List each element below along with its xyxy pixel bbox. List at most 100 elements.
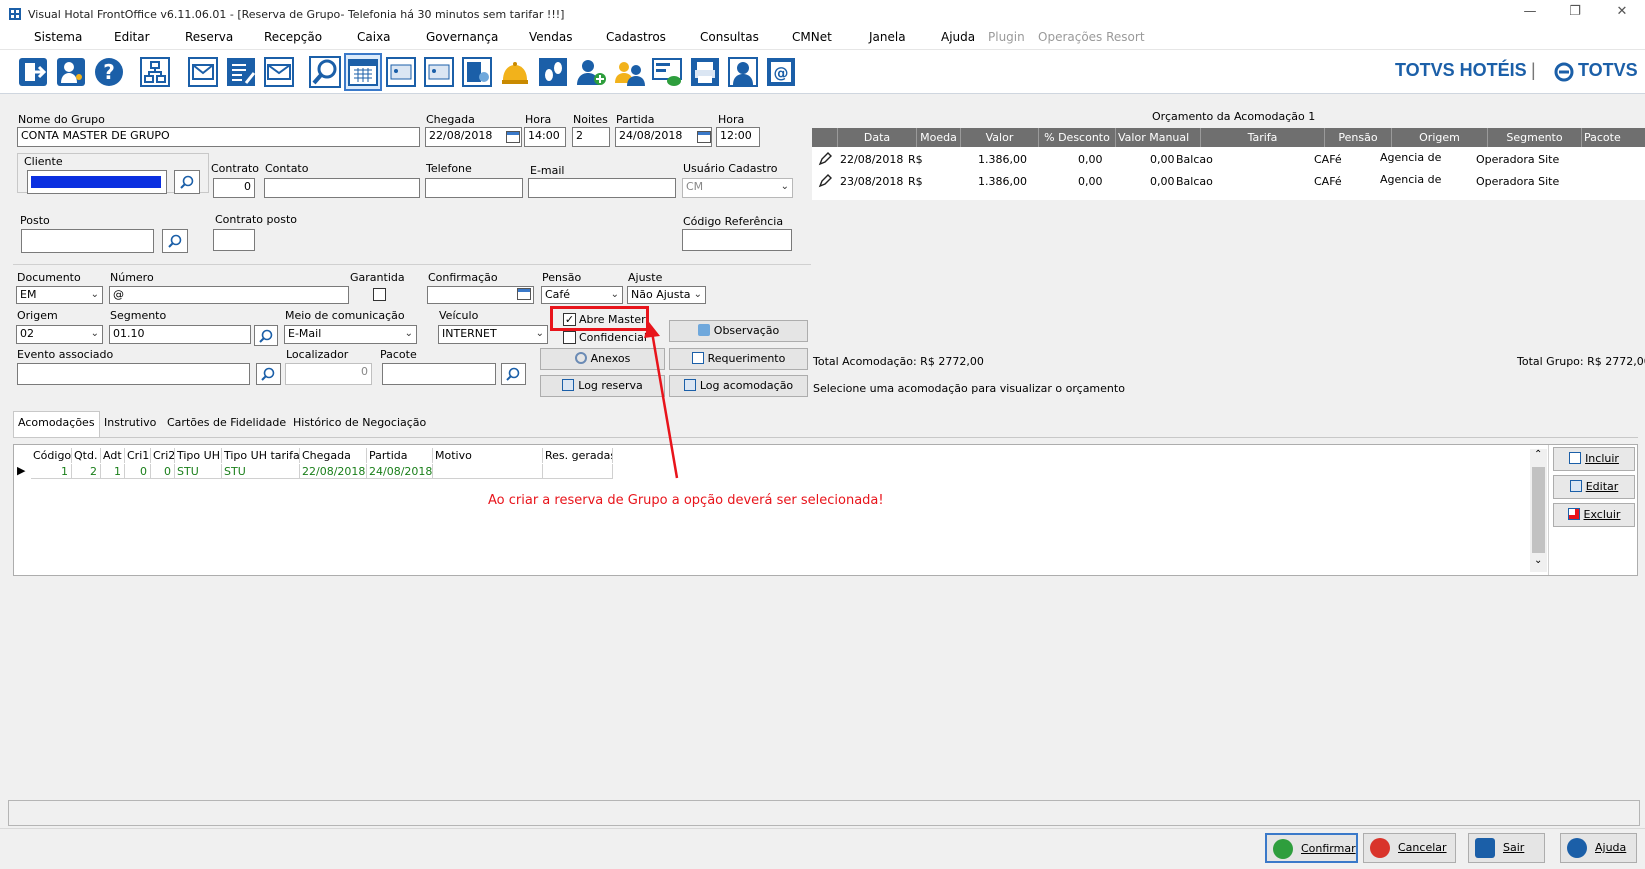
minimize-icon[interactable]: — (1515, 4, 1545, 19)
evento-associado-input[interactable] (17, 363, 250, 385)
grid-cell-partida[interactable]: 24/08/2018 (367, 464, 433, 479)
hora-chegada-input[interactable]: 14:00 (524, 127, 566, 147)
pacote-input[interactable] (382, 363, 496, 385)
menu-recepcao[interactable]: Recepção (262, 30, 324, 44)
pacote-search-button[interactable] (501, 363, 526, 385)
user-key-icon[interactable] (54, 55, 88, 89)
grid-cell-cri2[interactable]: 0 (151, 464, 175, 479)
exit-icon[interactable] (16, 55, 50, 89)
grid-cell-motivo[interactable] (433, 464, 543, 479)
menu-consultas[interactable]: Consultas (698, 30, 761, 44)
screen-money-icon[interactable] (650, 55, 684, 89)
restore-icon[interactable]: ❐ (1560, 4, 1590, 19)
sair-button[interactable]: Sair (1468, 833, 1545, 863)
close-icon[interactable]: ✕ (1607, 4, 1637, 19)
menu-sistema[interactable]: Sistema (32, 30, 84, 44)
grid-cell-qtd[interactable]: 2 (72, 464, 101, 479)
noites-input[interactable]: 2 (572, 127, 610, 147)
tab-acomodacoes[interactable]: Acomodações (13, 411, 100, 437)
incluir-button[interactable]: Incluir (1553, 447, 1635, 471)
tab-cartoes-fidelidade[interactable]: Cartões de Fidelidade (162, 411, 291, 435)
editar-button[interactable]: Editar (1553, 475, 1635, 499)
bell-icon[interactable] (498, 55, 532, 89)
group-user-icon[interactable] (612, 55, 646, 89)
calendar-picker-icon[interactable] (697, 131, 711, 143)
grid-cell-res-geradas[interactable] (543, 464, 613, 479)
calendar-icon[interactable] (344, 53, 382, 91)
grid-cell-cri1[interactable]: 0 (125, 464, 151, 479)
evento-search-button[interactable] (256, 363, 281, 385)
ajuste-select[interactable]: Não Ajusta ⌄ (627, 286, 706, 304)
usuario-cadastro-label: Usuário Cadastro (683, 162, 778, 175)
meio-comunicacao-select[interactable]: E-Mail ⌄ (284, 325, 417, 344)
edit-pencil-icon[interactable] (818, 174, 832, 188)
menu-editar[interactable]: Editar (112, 30, 152, 44)
segmento-input[interactable]: 01.10 (109, 325, 251, 344)
mail-icon[interactable] (186, 55, 220, 89)
receptionist-icon[interactable] (726, 55, 760, 89)
email-at-icon[interactable]: @ (764, 55, 798, 89)
nome-grupo-input[interactable]: CONTA MASTER DE GRUPO (17, 127, 420, 147)
menu-cadastros[interactable]: Cadastros (604, 30, 668, 44)
localizador-input[interactable]: 0 (285, 363, 372, 385)
contrato-posto-input[interactable] (213, 229, 255, 251)
budget-cell-origem: Agencia de (1380, 151, 1442, 164)
send-mail-icon[interactable] (262, 55, 296, 89)
garantida-checkbox[interactable] (373, 288, 386, 301)
edit-pencil-icon[interactable] (818, 152, 832, 166)
codigo-referencia-input[interactable] (682, 229, 792, 251)
menu-janela[interactable]: Janela (867, 30, 908, 44)
search-icon[interactable] (308, 55, 342, 89)
menu-governanca[interactable]: Governança (424, 30, 500, 44)
grid-cell-codigo[interactable]: 1 (31, 464, 72, 479)
grid-cell-tipo-uh-tarifa[interactable]: STU (222, 464, 300, 479)
menu-cmnet[interactable]: CMNet (790, 30, 834, 44)
excluir-button[interactable]: Excluir (1553, 503, 1635, 527)
scrollbar-thumb[interactable] (1532, 467, 1545, 553)
vertical-scrollbar[interactable]: ⌃ ⌄ (1530, 449, 1547, 572)
pensao-select[interactable]: Café ⌄ (541, 286, 623, 304)
grid-cell-adt[interactable]: 1 (101, 464, 125, 479)
tab-instrutivo[interactable]: Instrutivo (99, 411, 161, 435)
telefone-input[interactable] (425, 178, 523, 198)
card-icon[interactable] (384, 55, 418, 89)
chevron-down-icon[interactable]: ⌄ (1534, 555, 1542, 566)
hora-partida-input[interactable]: 12:00 (716, 127, 760, 147)
confidencial-checkbox[interactable] (563, 331, 576, 344)
menu-caixa[interactable]: Caixa (355, 30, 393, 44)
menu-reserva[interactable]: Reserva (183, 30, 235, 44)
add-user-icon[interactable] (574, 55, 608, 89)
posto-input[interactable] (21, 229, 154, 253)
menu-vendas[interactable]: Vendas (527, 30, 575, 44)
numero-input[interactable]: @ (109, 286, 349, 304)
grid-cell-tipo-uh[interactable]: STU (175, 464, 222, 479)
calendar-picker-icon[interactable] (517, 288, 531, 300)
segmento-search-button[interactable] (254, 325, 278, 346)
abre-master-checkbox[interactable]: ✓ (563, 313, 576, 326)
menu-ajuda[interactable]: Ajuda (939, 30, 977, 44)
footprints-icon[interactable] (536, 55, 570, 89)
usuario-cadastro-select[interactable]: CM ⌄ (682, 178, 793, 198)
confirmar-button[interactable]: Confirmar (1265, 833, 1358, 863)
documento-select[interactable]: EM ⌄ (16, 286, 103, 304)
cliente-input[interactable] (27, 170, 167, 194)
calendar-picker-icon[interactable] (506, 131, 520, 143)
checklist-icon[interactable] (224, 55, 258, 89)
cancelar-button[interactable]: Cancelar (1363, 833, 1456, 863)
grid-cell-chegada[interactable]: 22/08/2018 (300, 464, 367, 479)
veiculo-select[interactable]: INTERNET ⌄ (438, 325, 548, 344)
origem-select[interactable]: 02 ⌄ (16, 325, 103, 344)
ajuda-button[interactable]: Ajuda (1560, 833, 1637, 863)
org-chart-icon[interactable] (138, 55, 172, 89)
email-input[interactable] (528, 178, 676, 198)
contrato-input[interactable]: 0 (213, 178, 255, 198)
posto-search-button[interactable] (162, 229, 188, 253)
chevron-up-icon[interactable]: ⌃ (1534, 449, 1542, 460)
tab-historico-negociacao[interactable]: Histórico de Negociação (288, 411, 431, 435)
help-icon[interactable]: ? (92, 55, 126, 89)
card2-icon[interactable] (422, 55, 456, 89)
printer-icon[interactable] (688, 55, 722, 89)
contato-input[interactable] (264, 178, 420, 198)
cliente-search-button[interactable] (174, 170, 200, 194)
guests-icon[interactable] (460, 55, 494, 89)
